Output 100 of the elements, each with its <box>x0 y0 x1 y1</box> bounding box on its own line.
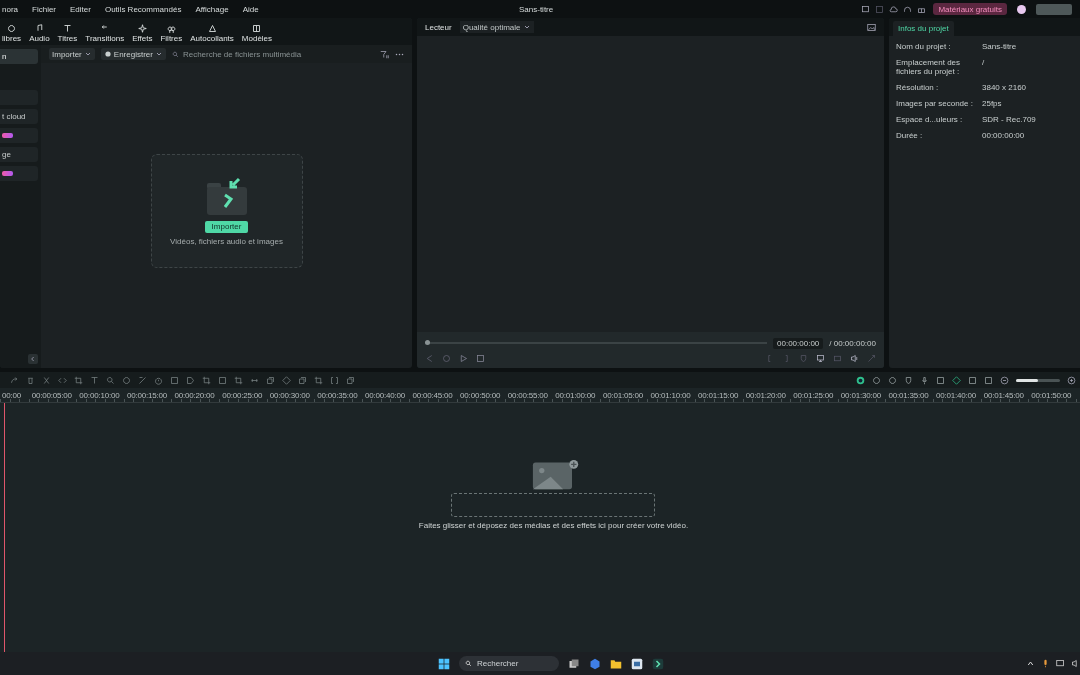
ruler-time: 00:01:00:00 <box>554 390 597 400</box>
ruler-time: 00:01:50:00 <box>1030 390 1073 400</box>
sidebar-item[interactable]: ge <box>0 147 38 162</box>
media-tab[interactable]: Filtres <box>160 24 183 45</box>
ruler-time: 00:01:20:00 <box>744 390 787 400</box>
export-button[interactable] <box>1036 3 1072 15</box>
info-label: Espace d...uleurs : <box>896 115 964 124</box>
quality-dropdown[interactable]: Qualité optimale <box>459 21 534 33</box>
menu-item[interactable]: Affichage <box>195 4 229 14</box>
copy-icon[interactable] <box>266 375 275 385</box>
media-search-field[interactable]: Recherche de fichiers multimédia <box>182 49 333 59</box>
timer-icon[interactable] <box>154 375 163 385</box>
task-view-icon[interactable] <box>568 657 580 670</box>
zoom-slider[interactable] <box>1016 378 1060 382</box>
chevron-up-icon[interactable] <box>1026 659 1035 668</box>
zoom-out-icon[interactable] <box>1000 375 1009 385</box>
crop-icon[interactable] <box>202 375 211 385</box>
editor-app-icon[interactable] <box>652 657 664 670</box>
cloud-icon[interactable] <box>889 4 899 14</box>
diamond-icon[interactable] <box>282 375 291 385</box>
menu-item[interactable]: Fichier <box>32 4 57 14</box>
tag-icon[interactable] <box>186 375 195 385</box>
info-value: 25fps <box>982 99 1002 108</box>
hexagon-app-icon[interactable] <box>589 657 601 670</box>
menu-item[interactable]: Editer <box>70 4 91 14</box>
microphone-icon[interactable] <box>1041 659 1050 668</box>
media-tab[interactable]: libres <box>2 24 22 45</box>
display-icon[interactable] <box>816 353 825 363</box>
headset-icon[interactable] <box>903 4 913 14</box>
sidebar-item[interactable] <box>0 166 38 181</box>
avatar[interactable] <box>1017 4 1026 14</box>
timeline-drop-hint: Faites glisser et déposez des médias et des effets ici pour créer votre vidéo. <box>418 521 689 530</box>
sparkle-icon <box>137 24 147 33</box>
square-icon[interactable] <box>968 375 977 385</box>
play-icon[interactable] <box>459 353 468 363</box>
save-icon[interactable] <box>875 4 885 14</box>
text-icon[interactable] <box>90 375 99 385</box>
rewind-icon[interactable] <box>442 353 451 363</box>
sidebar-item[interactable]: n <box>0 49 38 64</box>
windows-start-icon[interactable] <box>438 657 450 670</box>
media-tab[interactable]: Audio <box>29 24 50 45</box>
fullscreen-icon[interactable] <box>867 353 876 363</box>
menu-item[interactable]: Outils Recommandés <box>104 4 182 14</box>
timeline-drop-area[interactable] <box>451 493 656 517</box>
diamond-icon[interactable] <box>952 375 961 385</box>
search-icon[interactable] <box>106 375 115 385</box>
sidebar-item[interactable]: t cloud <box>0 109 38 124</box>
monitor-icon[interactable] <box>861 4 871 14</box>
text-icon <box>62 24 72 33</box>
slash-icon[interactable] <box>138 375 147 385</box>
project-info-tab[interactable]: Infos du projet <box>893 21 954 36</box>
record-dropdown[interactable]: Enregistrer <box>100 48 166 60</box>
filter-icon[interactable] <box>380 49 389 59</box>
photo-app-icon[interactable] <box>631 657 643 670</box>
shield-icon[interactable] <box>904 375 913 385</box>
import-dropdown[interactable]: Importer <box>49 48 95 60</box>
square-icon[interactable] <box>984 375 993 385</box>
taskbar-search-field[interactable]: Rechercher <box>459 656 559 671</box>
ruler-time: 00:00:30:00 <box>268 390 311 400</box>
player-tab[interactable]: Lecteur <box>425 22 452 32</box>
code-icon[interactable] <box>58 375 67 385</box>
media-tab[interactable]: Autocollants <box>190 24 234 45</box>
zoom-in-icon[interactable] <box>1067 375 1076 385</box>
import-button[interactable]: Importer <box>204 220 249 233</box>
menu-item[interactable]: Aide <box>242 4 259 14</box>
folder-icon[interactable] <box>610 657 622 670</box>
crop-icon[interactable] <box>314 375 323 385</box>
app-name[interactable]: nora <box>2 4 18 14</box>
media-tab[interactable]: Modèles <box>241 24 273 45</box>
image-icon[interactable] <box>867 22 876 32</box>
square-icon[interactable] <box>936 375 945 385</box>
speaker-icon[interactable] <box>850 353 859 363</box>
media-tab[interactable]: Effets <box>132 24 153 45</box>
microphone-icon[interactable] <box>920 375 929 385</box>
collapse-button[interactable] <box>28 354 38 364</box>
network-icon[interactable] <box>1056 659 1065 668</box>
scissors-icon[interactable] <box>42 375 51 385</box>
bracket-icon[interactable] <box>330 375 339 385</box>
previous-icon[interactable] <box>425 353 434 363</box>
media-tab[interactable]: Transitions <box>85 24 125 45</box>
crop-icon[interactable] <box>74 375 83 385</box>
copy-icon[interactable] <box>346 375 355 385</box>
speaker-icon[interactable] <box>1071 659 1080 668</box>
ruler-time: 00:00:50:00 <box>459 390 502 400</box>
redo-icon[interactable] <box>10 375 19 385</box>
record-icon[interactable] <box>856 375 865 385</box>
import-drop-zone[interactable]: Importer Vidéos, fichiers audio et images <box>150 154 303 268</box>
free-materials-button[interactable]: Matériaux gratuits <box>933 3 1007 15</box>
crop-icon[interactable] <box>234 375 243 385</box>
ruler-time: 00:00:20:00 <box>173 390 216 400</box>
sidebar-item[interactable] <box>0 128 38 143</box>
square-icon[interactable] <box>218 375 227 385</box>
stop-icon[interactable] <box>476 353 485 363</box>
camera-icon[interactable] <box>833 353 842 363</box>
copy-icon[interactable] <box>298 375 307 385</box>
record-dot-icon <box>103 50 112 58</box>
trash-icon[interactable] <box>26 375 35 385</box>
square-icon[interactable] <box>170 375 179 385</box>
ruler-time: 00:00:45:00 <box>411 390 454 400</box>
media-tab[interactable]: Titres <box>57 24 78 45</box>
